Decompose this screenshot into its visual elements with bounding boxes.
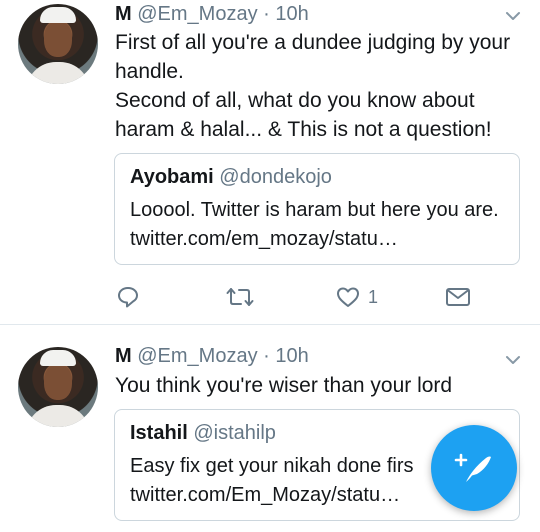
reply-icon[interactable]: [116, 285, 140, 309]
tweet-text-paragraph: Second of all, what do you know about ha…: [115, 89, 492, 141]
tweet-text-paragraph: You think you're wiser than your lord: [115, 374, 453, 397]
author-handle[interactable]: @Em_Mozay: [137, 345, 257, 367]
tweet-card[interactable]: M @Em_Mozay · 10h First of all you're a …: [0, 0, 540, 324]
timestamp[interactable]: 10h: [275, 345, 308, 367]
retweet-button[interactable]: [226, 282, 254, 312]
quoted-tweet[interactable]: Ayobami @dondekojo Looool. Twitter is ha…: [114, 153, 520, 265]
direct-message-button[interactable]: [445, 282, 471, 312]
tweet-text: First of all you're a dundee judging by …: [115, 28, 530, 144]
author-name[interactable]: M: [115, 3, 132, 25]
tweet-actions: 1: [0, 282, 540, 312]
like-count: 1: [368, 286, 379, 307]
quoted-author-name: Ayobami: [130, 166, 214, 188]
quoted-tweet-header: Ayobami @dondekojo: [130, 164, 332, 190]
timestamp[interactable]: 10h: [275, 3, 308, 25]
quoted-tweet-header: Istahil @istahilp: [130, 420, 276, 446]
quoted-tweet-text: Looool. Twitter is haram but here you ar…: [130, 199, 499, 250]
separator-dot: ·: [263, 3, 270, 25]
envelope-icon[interactable]: [445, 285, 471, 309]
tweet-text: You think you're wiser than your lord: [115, 371, 530, 400]
tweet-header: M @Em_Mozay · 10h: [115, 344, 309, 368]
retweet-icon[interactable]: [226, 285, 254, 309]
chevron-down-icon[interactable]: [505, 352, 521, 368]
reply-button[interactable]: [116, 282, 140, 312]
compose-tweet-icon: [454, 453, 491, 482]
chevron-down-icon[interactable]: [505, 8, 521, 24]
quoted-author-handle: @dondekojo: [219, 166, 332, 188]
avatar[interactable]: [18, 347, 98, 427]
tweet-header: M @Em_Mozay · 10h: [115, 2, 309, 26]
like-button[interactable]: 1: [336, 282, 378, 312]
quoted-author-name: Istahil: [130, 422, 188, 444]
avatar[interactable]: [18, 4, 98, 84]
author-handle[interactable]: @Em_Mozay: [137, 3, 257, 25]
heart-icon[interactable]: [336, 285, 360, 309]
tweet-text-paragraph: First of all you're a dundee judging by …: [115, 31, 511, 83]
author-name[interactable]: M: [115, 345, 132, 367]
separator-dot: ·: [263, 345, 270, 367]
compose-tweet-button[interactable]: [431, 425, 517, 511]
quoted-author-handle: @istahilp: [193, 422, 276, 444]
